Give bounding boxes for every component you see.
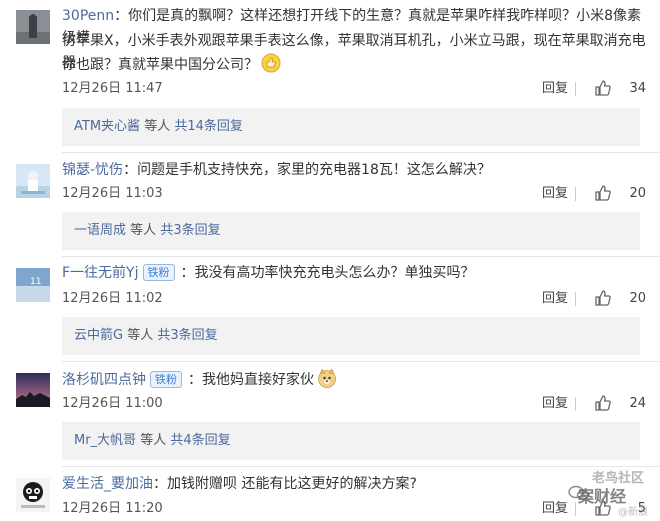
like-count: 34: [629, 81, 646, 96]
like-count: 20: [629, 291, 646, 306]
avatar[interactable]: [16, 478, 50, 512]
timestamp: 12月26日 11:20: [62, 501, 163, 516]
thumbs-up-icon: [595, 290, 611, 306]
colon: ：: [188, 372, 202, 388]
colon: ：: [153, 476, 167, 492]
comment-username[interactable]: 爱生活_要加油: [62, 476, 153, 492]
colon: ：: [114, 8, 129, 24]
sub-reply-total[interactable]: 共4条回复: [170, 433, 230, 448]
colon: ：: [180, 265, 195, 281]
timestamp: 12月26日 11:00: [62, 396, 163, 411]
avatar[interactable]: [16, 164, 50, 198]
sub-reply-user[interactable]: 云中箭G: [74, 328, 123, 343]
doge-emoji-icon: [317, 368, 337, 388]
like-button[interactable]: 20: [582, 184, 646, 204]
sub-reply-user[interactable]: Mr_大帆哥: [74, 433, 136, 448]
timestamp: 12月26日 11:47: [62, 81, 163, 96]
divider: [62, 361, 660, 362]
sub-reply-etc: 等人: [144, 119, 171, 134]
watermark-text: @新浪: [618, 507, 648, 518]
comment-text: 我没有高功率快充充电头怎么办？单独买吗？: [194, 265, 475, 281]
comment-text: 我他妈直接好家伙: [202, 372, 314, 388]
divider: [575, 292, 576, 306]
comment-username[interactable]: F一往无前Yj: [62, 265, 139, 281]
sub-reply-etc: 等人: [127, 328, 154, 343]
comment-text: 问题是手机支持快充，家里的充电器18瓦！这怎么解决？: [137, 162, 491, 178]
comment-username[interactable]: 洛杉矶四点钟: [62, 372, 146, 388]
like-count: 20: [629, 186, 646, 201]
timestamp: 12月26日 11:03: [62, 186, 163, 201]
divider: [575, 397, 576, 411]
sub-reply-user[interactable]: 一语周成: [74, 223, 126, 238]
avatar[interactable]: [16, 10, 50, 44]
divider: [575, 82, 576, 96]
sub-reply-etc: 等人: [140, 433, 167, 448]
watermark: 老鸟社区 案财经 @新浪: [550, 463, 650, 519]
sub-replies-link[interactable]: Mr_大帆哥 等人 共4条回复: [62, 422, 640, 460]
like-count: 24: [629, 396, 646, 411]
timestamp: 12月26日 11:02: [62, 291, 163, 306]
divider: [62, 256, 660, 257]
comment-username[interactable]: 锦瑟-忧伤: [62, 162, 123, 178]
reply-button[interactable]: 回复: [542, 394, 568, 414]
like-button[interactable]: 34: [582, 79, 646, 99]
svg-text:11: 11: [30, 277, 41, 287]
divider: [62, 152, 660, 153]
reply-button[interactable]: 回复: [542, 79, 568, 99]
thumbs-up-icon: [595, 395, 611, 411]
avatar[interactable]: [16, 373, 50, 407]
thumbs-up-icon: [595, 80, 611, 96]
thumbs-up-emoji-icon: [261, 53, 281, 73]
like-button[interactable]: 20: [582, 289, 646, 309]
comment-username[interactable]: 30Penn: [62, 8, 114, 24]
reply-button[interactable]: 回复: [542, 289, 568, 309]
comment-text: 你也跟？真就苹果中国分公司？: [62, 57, 258, 73]
like-button[interactable]: 24: [582, 394, 646, 414]
fan-badge: 铁粉: [142, 264, 175, 281]
avatar[interactable]: 11: [16, 268, 50, 302]
thumbs-up-icon: [595, 185, 611, 201]
sub-replies-link[interactable]: 一语周成 等人 共3条回复: [62, 212, 640, 250]
colon: ：: [123, 162, 138, 178]
sub-replies-link[interactable]: ATM夹心酱 等人 共14条回复: [62, 108, 640, 146]
fan-badge: 铁粉: [150, 371, 182, 388]
comment-text: 加钱附赠呗 还能有比这更好的解决方案?: [167, 476, 417, 492]
sub-reply-total[interactable]: 共14条回复: [174, 119, 243, 134]
sub-reply-total[interactable]: 共3条回复: [160, 223, 220, 238]
sub-replies-link[interactable]: 云中箭G 等人 共3条回复: [62, 317, 640, 355]
sub-reply-etc: 等人: [130, 223, 157, 238]
sub-reply-user[interactable]: ATM夹心酱: [74, 119, 140, 134]
divider: [575, 187, 576, 201]
reply-button[interactable]: 回复: [542, 184, 568, 204]
sub-reply-total[interactable]: 共3条回复: [157, 328, 217, 343]
